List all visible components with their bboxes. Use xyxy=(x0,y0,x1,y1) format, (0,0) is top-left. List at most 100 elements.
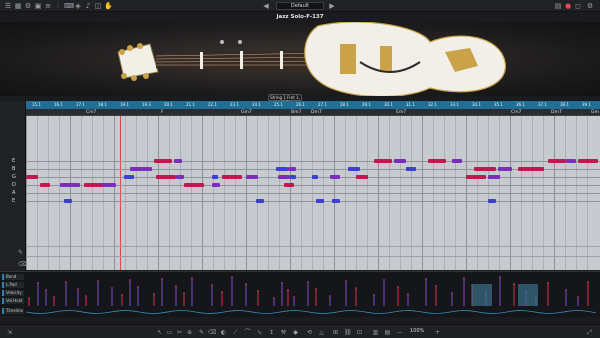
velocity-point[interactable] xyxy=(65,281,67,283)
velocity-point[interactable] xyxy=(383,279,385,281)
velocity-point[interactable] xyxy=(231,276,233,278)
velocity-point[interactable] xyxy=(293,296,295,298)
prev-preset-icon[interactable]: ◀ xyxy=(262,2,270,10)
vibrato-tool-icon[interactable]: ∿ xyxy=(256,329,263,336)
note-event[interactable] xyxy=(488,199,496,203)
chord-track[interactable]: Cm7 F Gm7 Bm7 Dm7 Em7 Cm7 Dm7 Gm xyxy=(26,109,600,116)
note-event[interactable] xyxy=(374,159,392,163)
note-event[interactable] xyxy=(278,175,290,179)
preset-selector[interactable]: Default xyxy=(276,2,324,10)
note-event[interactable] xyxy=(222,175,242,179)
draw-tool-icon[interactable]: ✎ xyxy=(198,329,205,336)
hold-region[interactable] xyxy=(518,284,538,306)
velocity-point[interactable] xyxy=(153,293,155,295)
velocity-point[interactable] xyxy=(37,282,39,284)
note-event[interactable] xyxy=(466,175,486,179)
mute-tool-icon[interactable]: ◐ xyxy=(220,329,227,336)
lane-velocity[interactable]: Velocity xyxy=(2,290,24,296)
note-event[interactable] xyxy=(578,159,598,163)
note-event[interactable] xyxy=(316,199,324,203)
image-icon[interactable]: ▣ xyxy=(34,2,42,10)
note-event[interactable] xyxy=(64,199,72,203)
note-event[interactable] xyxy=(566,159,576,163)
note-event[interactable] xyxy=(26,175,38,179)
lane-vol-hold[interactable]: Vol.Hold xyxy=(2,298,24,304)
note-event[interactable] xyxy=(348,167,360,171)
chord-label[interactable]: Gm7 xyxy=(241,110,252,115)
note-event[interactable] xyxy=(156,175,176,179)
note-event[interactable] xyxy=(124,175,134,179)
menu-icon[interactable]: ☰ xyxy=(4,2,12,10)
velocity-point[interactable] xyxy=(273,297,275,299)
velocity-point[interactable] xyxy=(435,285,437,287)
keyboard-icon[interactable]: ⌨ xyxy=(64,2,74,10)
velocity-point[interactable] xyxy=(211,284,213,286)
velocity-point[interactable] xyxy=(373,294,375,296)
velocity-point[interactable] xyxy=(451,292,453,294)
hold-region[interactable] xyxy=(472,284,492,306)
lane-timeline[interactable]: Timeline xyxy=(2,308,24,314)
snap-icon[interactable]: ⊡ xyxy=(356,329,363,336)
note-event[interactable] xyxy=(256,199,264,203)
note-event[interactable] xyxy=(154,159,172,163)
mixer-icon[interactable]: ⫶ xyxy=(54,2,62,10)
velocity-point[interactable] xyxy=(425,278,427,280)
velocity-point[interactable] xyxy=(345,280,347,282)
note-event[interactable] xyxy=(284,183,294,187)
loop-icon[interactable]: ⟲ xyxy=(306,329,313,336)
velocity-point[interactable] xyxy=(281,282,283,284)
hand-icon[interactable]: ✋ xyxy=(104,2,113,10)
note-event[interactable] xyxy=(488,175,500,179)
note-event[interactable] xyxy=(288,167,296,171)
zoom-out-icon[interactable]: − xyxy=(396,329,403,336)
quantize-icon[interactable]: ▤ xyxy=(384,329,391,336)
velocity-point[interactable] xyxy=(121,294,123,296)
chord-label[interactable]: Bm7 xyxy=(291,110,301,115)
velocity-point[interactable] xyxy=(97,280,99,282)
note-icon[interactable]: ♪ xyxy=(84,2,92,10)
velocity-point[interactable] xyxy=(161,278,163,280)
note-event[interactable] xyxy=(332,199,340,203)
note-event[interactable] xyxy=(406,167,416,171)
pick-tool-icon[interactable]: ◆ xyxy=(292,329,299,336)
erase-tool-icon[interactable]: ⌫ xyxy=(208,329,216,336)
grid-size-icon[interactable]: ▥ xyxy=(372,329,379,336)
note-event[interactable] xyxy=(330,175,340,179)
chord-label[interactable]: F xyxy=(161,110,164,115)
chord-label[interactable]: Dm7 xyxy=(311,110,322,115)
note-event[interactable] xyxy=(518,167,544,171)
grid-icon[interactable]: ▦ xyxy=(14,2,22,10)
velocity-point[interactable] xyxy=(175,285,177,287)
velocity-point[interactable] xyxy=(463,277,465,279)
gear-icon[interactable]: ⚙ xyxy=(586,2,594,10)
settings-icon[interactable]: ⚙ xyxy=(24,2,32,10)
pattern-icon[interactable]: ◫ xyxy=(94,2,102,10)
lane-lpad[interactable]: L.Pad xyxy=(2,282,24,288)
note-event[interactable] xyxy=(176,175,184,179)
slide-tool-icon[interactable]: ⟋ xyxy=(232,329,239,336)
window-icon[interactable]: ◻ xyxy=(574,2,582,10)
link-icon[interactable]: ⛓ xyxy=(344,329,352,336)
note-event[interactable] xyxy=(102,183,116,187)
velocity-point[interactable] xyxy=(183,292,185,294)
velocity-point[interactable] xyxy=(587,281,589,283)
velocity-point[interactable] xyxy=(221,291,223,293)
bend-tool-icon[interactable]: ⌒ xyxy=(244,329,251,336)
note-event[interactable] xyxy=(498,167,512,171)
strum-tool-icon[interactable]: ↕ xyxy=(268,329,275,336)
velocity-point[interactable] xyxy=(111,287,113,289)
chord-label[interactable]: Cm7 xyxy=(511,110,521,115)
lane-bend[interactable]: Bend xyxy=(2,274,24,280)
note-event[interactable] xyxy=(394,159,406,163)
velocity-point[interactable] xyxy=(315,288,317,290)
velocity-point[interactable] xyxy=(499,276,501,278)
note-event[interactable] xyxy=(452,159,462,163)
note-event[interactable] xyxy=(184,183,204,187)
tuner-icon[interactable]: ◈ xyxy=(74,2,82,10)
sliders-icon[interactable]: ≡ xyxy=(44,2,52,10)
velocity-point[interactable] xyxy=(245,283,247,285)
zoom-in-icon[interactable]: + xyxy=(434,329,441,336)
collapse-icon[interactable]: ⇲ xyxy=(6,329,13,336)
note-event[interactable] xyxy=(130,167,152,171)
note-event[interactable] xyxy=(290,175,296,179)
